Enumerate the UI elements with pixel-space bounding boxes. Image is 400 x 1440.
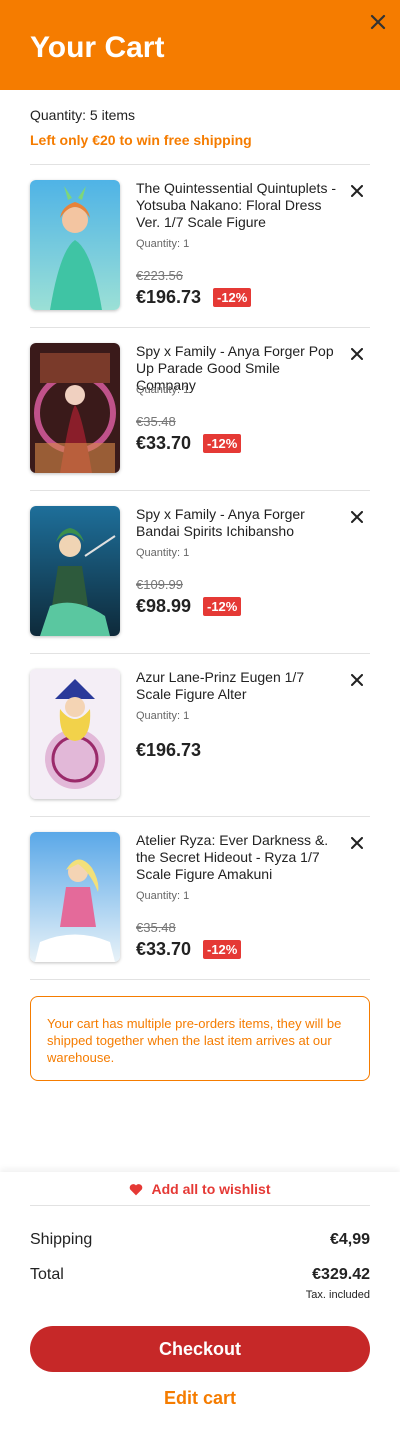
remove-item-button[interactable] xyxy=(346,506,368,528)
product-image[interactable] xyxy=(30,180,120,310)
discount-badge: -12% xyxy=(213,288,252,307)
divider xyxy=(30,979,370,980)
close-icon xyxy=(351,674,363,686)
item-price: €33.70 xyxy=(136,433,192,453)
heart-icon xyxy=(130,1183,143,1195)
discount-badge: -12% xyxy=(203,597,242,616)
product-image[interactable] xyxy=(30,506,120,636)
tax-note: Tax. included xyxy=(305,1289,370,1301)
wishlist-label: Add all to wishlist xyxy=(151,1181,271,1197)
item-quantity: Quantity: 1 xyxy=(136,384,190,396)
product-name[interactable]: The Quintessential Quintuplets - Yotsuba… xyxy=(136,180,336,231)
close-icon xyxy=(351,837,363,849)
discount-badge: -12% xyxy=(203,940,242,959)
old-price: €35.48 xyxy=(136,414,176,429)
remove-item-button[interactable] xyxy=(346,832,368,854)
item-quantity: Quantity: 1 xyxy=(136,890,190,902)
add-all-to-wishlist-button[interactable]: Add all to wishlist xyxy=(0,1172,400,1206)
close-button[interactable] xyxy=(364,8,392,36)
product-image[interactable] xyxy=(30,343,120,473)
cart-item: Spy x Family - Anya Forger Pop Up Parade… xyxy=(30,327,370,490)
shipping-label: Shipping xyxy=(30,1231,93,1248)
close-icon xyxy=(351,511,363,523)
close-icon xyxy=(351,348,363,360)
cart-item: Atelier Ryza: Ever Darkness &. the Secre… xyxy=(30,816,370,979)
remove-item-button[interactable] xyxy=(346,669,368,691)
divider xyxy=(30,1205,370,1206)
item-price: €33.70 xyxy=(136,939,192,959)
page-title: Your Cart xyxy=(30,31,165,64)
product-name[interactable]: Spy x Family - Anya Forger Bandai Spirit… xyxy=(136,506,336,540)
cart-item: Spy x Family - Anya Forger Bandai Spirit… xyxy=(30,490,370,653)
cart-header: Your Cart xyxy=(0,0,400,90)
remove-item-button[interactable] xyxy=(346,180,368,202)
item-quantity: Quantity: 1 xyxy=(136,238,190,250)
edit-cart-link[interactable]: Edit cart xyxy=(0,1388,400,1409)
shipping-value: €4,99 xyxy=(329,1231,370,1248)
cart-footer: Add all to wishlist Shipping €4,99 Total… xyxy=(0,1172,400,1440)
cart-quantity: Quantity: 5 items xyxy=(30,107,136,123)
free-shipping-notice: Left only €20 to win free shipping xyxy=(30,132,252,148)
item-price: €98.99 xyxy=(136,596,192,616)
item-quantity: Quantity: 1 xyxy=(136,547,190,559)
close-icon xyxy=(370,14,386,30)
total-value: €329.42 xyxy=(312,1266,370,1283)
product-name[interactable]: Azur Lane-Prinz Eugen 1/7 Scale Figure A… xyxy=(136,669,336,703)
discount-badge: -12% xyxy=(203,434,242,453)
old-price: €109.99 xyxy=(136,577,183,592)
product-image[interactable] xyxy=(30,832,120,962)
total-label: Total xyxy=(30,1266,64,1283)
product-image[interactable] xyxy=(30,669,120,799)
cart-summary: Quantity: 5 items Left only €20 to win f… xyxy=(30,106,370,149)
remove-item-button[interactable] xyxy=(346,343,368,365)
old-price: €223.56 xyxy=(136,268,183,283)
product-name[interactable]: Atelier Ryza: Ever Darkness &. the Secre… xyxy=(136,832,336,883)
cart-item: Azur Lane-Prinz Eugen 1/7 Scale Figure A… xyxy=(30,653,370,816)
item-price: €196.73 xyxy=(136,740,202,760)
close-icon xyxy=(351,185,363,197)
old-price: €35.48 xyxy=(136,920,176,935)
item-quantity: Quantity: 1 xyxy=(136,710,190,722)
item-price: €196.73 xyxy=(136,287,202,307)
preorder-notice: Your cart has multiple pre-orders items,… xyxy=(30,996,370,1081)
cart-item: The Quintessential Quintuplets - Yotsuba… xyxy=(30,164,370,327)
checkout-button[interactable]: Checkout xyxy=(30,1326,370,1372)
